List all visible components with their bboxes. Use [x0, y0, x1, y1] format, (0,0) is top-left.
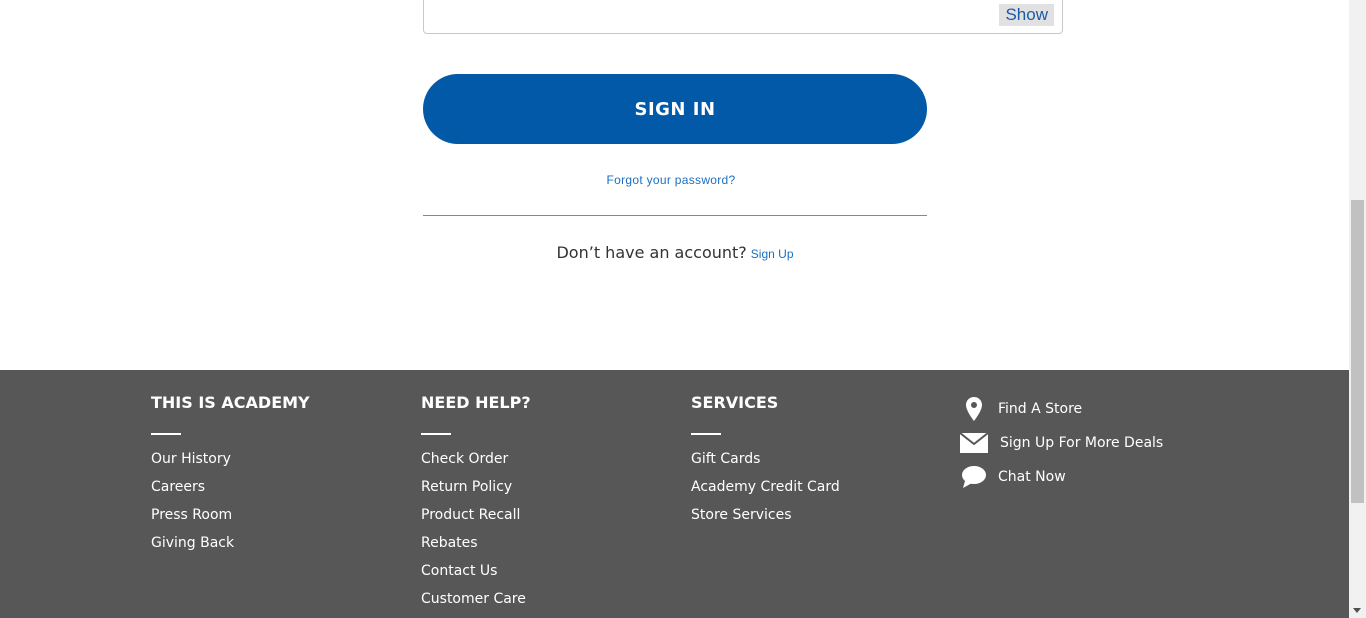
location-pin-icon [960, 397, 988, 421]
footer-link-giving-back[interactable]: Giving Back [151, 533, 310, 561]
scrollbar-thumb[interactable] [1351, 200, 1364, 503]
sign-up-link[interactable]: Sign Up [751, 247, 794, 261]
chat-bubble-icon [960, 465, 988, 489]
forgot-password-link[interactable]: Forgot your password? [423, 173, 919, 187]
find-a-store-label: Find A Store [998, 401, 1083, 417]
footer-link-rebates[interactable]: Rebates [421, 533, 531, 561]
footer-link-return-policy[interactable]: Return Policy [421, 477, 531, 505]
password-field[interactable]: Show [423, 0, 1063, 34]
vertical-scrollbar[interactable] [1349, 0, 1366, 618]
footer-link-careers[interactable]: Careers [151, 477, 310, 505]
footer-col-title: NEED HELP? [421, 393, 531, 412]
sign-in-page: Show SIGN IN Forgot your password? Don’t… [0, 0, 1349, 618]
footer-link-store-services[interactable]: Store Services [691, 505, 840, 533]
divider [423, 215, 927, 216]
footer-quick-links: Find A Store Sign Up For More Deals Chat… [960, 392, 1163, 494]
footer-link-gift-cards[interactable]: Gift Cards [691, 449, 840, 477]
no-account-text: Don’t have an account? [556, 243, 747, 262]
footer-link-academy-credit-card[interactable]: Academy Credit Card [691, 477, 840, 505]
envelope-icon [960, 431, 988, 455]
footer-link-our-history[interactable]: Our History [151, 449, 310, 477]
footer-link-customer-care[interactable]: Customer Care [421, 589, 531, 617]
footer-col-title: SERVICES [691, 393, 779, 412]
footer-link-press-room[interactable]: Press Room [151, 505, 310, 533]
footer-col-underline [691, 433, 721, 435]
scroll-down-arrow-icon[interactable] [1353, 608, 1361, 613]
site-footer: THIS IS ACADEMY Our History Careers Pres… [0, 370, 1349, 618]
footer-col-services: SERVICES Gift Cards Academy Credit Card … [691, 392, 840, 533]
sign-in-button[interactable]: SIGN IN [423, 74, 927, 144]
no-account-prompt: Don’t have an account? Sign Up [423, 243, 927, 263]
footer-col-need-help: NEED HELP? Check Order Return Policy Pro… [421, 392, 531, 617]
find-a-store-link[interactable]: Find A Store [960, 392, 1163, 426]
footer-col-title: THIS IS ACADEMY [151, 393, 310, 412]
footer-link-contact-us[interactable]: Contact Us [421, 561, 531, 589]
chat-now-link[interactable]: Chat Now [960, 460, 1163, 494]
chat-now-label: Chat Now [998, 469, 1066, 485]
footer-link-product-recall[interactable]: Product Recall [421, 505, 531, 533]
footer-col-underline [151, 433, 181, 435]
footer-col-this-is-academy: THIS IS ACADEMY Our History Careers Pres… [151, 392, 310, 561]
show-password-button[interactable]: Show [999, 4, 1054, 26]
footer-link-check-order[interactable]: Check Order [421, 449, 531, 477]
sign-up-deals-label: Sign Up For More Deals [1000, 435, 1164, 451]
sign-up-deals-link[interactable]: Sign Up For More Deals [960, 426, 1163, 460]
footer-col-underline [421, 433, 451, 435]
